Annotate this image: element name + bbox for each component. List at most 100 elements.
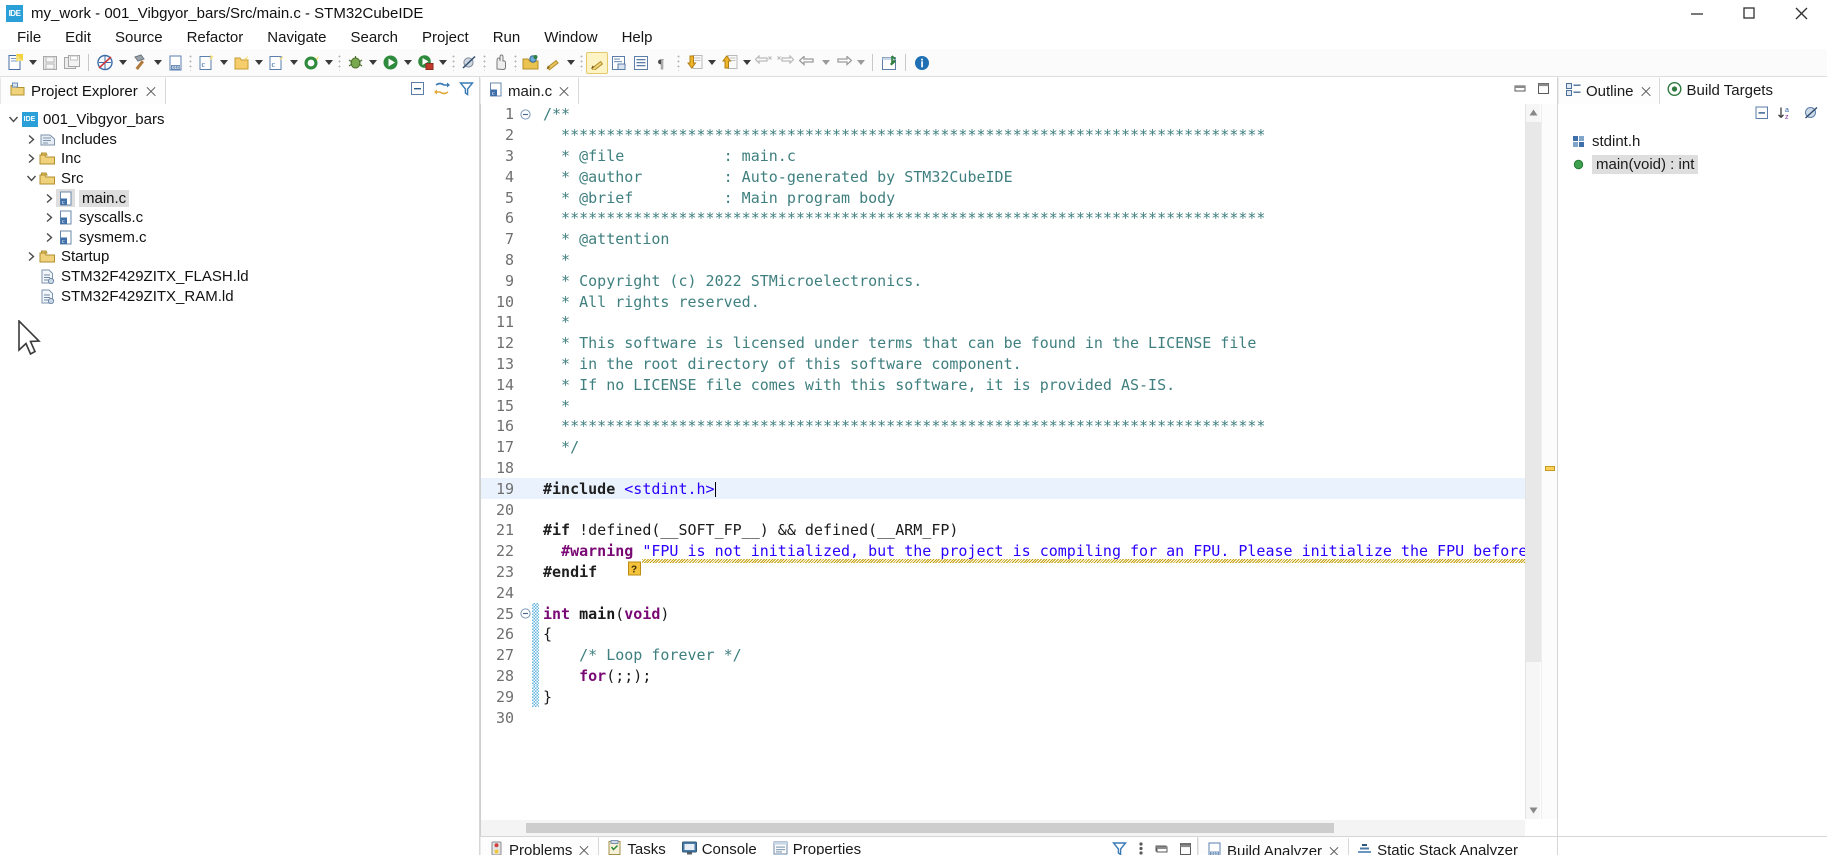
debug-dropdown-icon[interactable]: [366, 52, 379, 74]
code-line[interactable]: 15 *: [481, 395, 1557, 416]
code-line[interactable]: 23 #endif: [481, 562, 1557, 583]
new-element-icon[interactable]: [300, 52, 322, 74]
code-line[interactable]: 9 * Copyright (c) 2022 STMicroelectronic…: [481, 270, 1557, 291]
code-line[interactable]: 26 {: [481, 623, 1557, 645]
info-icon[interactable]: [911, 52, 933, 74]
tab-outline[interactable]: Outline: [1558, 77, 1660, 104]
warning-marker-icon[interactable]: ?: [483, 543, 641, 576]
chevron-down-icon[interactable]: [6, 110, 20, 129]
code-line[interactable]: 25 int main(void): [481, 603, 1557, 624]
run-icon[interactable]: [379, 52, 401, 74]
menu-edit[interactable]: Edit: [53, 27, 103, 48]
view-menu-filter-icon[interactable]: [459, 81, 474, 100]
run-external-tools-icon[interactable]: [414, 52, 436, 74]
code-line-current[interactable]: 19 #include <stdint.h>: [481, 478, 1557, 500]
new-cpp-project-icon[interactable]: [230, 52, 252, 74]
maximize-icon[interactable]: [1537, 82, 1550, 99]
new-element-dropdown-icon[interactable]: [322, 52, 335, 74]
chevron-right-icon[interactable]: [24, 149, 38, 168]
close-button[interactable]: [1775, 0, 1827, 26]
hide-fields-icon[interactable]: [1804, 106, 1819, 124]
fold-collapse-icon[interactable]: [519, 608, 532, 619]
menu-project[interactable]: Project: [410, 27, 481, 48]
code-line[interactable]: 14 * If no LICENSE file comes with this …: [481, 374, 1557, 395]
code-line[interactable]: 21 #if !defined(__SOFT_FP__) && defined(…: [481, 520, 1557, 541]
back-history-icon[interactable]: [797, 52, 819, 74]
tree-item-src[interactable]: Src: [0, 169, 480, 189]
menu-navigate[interactable]: Navigate: [255, 27, 338, 48]
tree-item-ram-ld[interactable]: STM32F429ZITX_RAM.ld: [0, 286, 480, 306]
sash-explorer-editor[interactable]: [479, 77, 480, 855]
overview-ruler[interactable]: [1541, 104, 1557, 819]
run-dropdown-icon[interactable]: [401, 52, 414, 74]
tree-item-sysmem-c[interactable]: c sysmem.c: [0, 228, 480, 248]
stop-hand-icon[interactable]: [489, 52, 511, 74]
code-line[interactable]: 30: [481, 707, 1557, 728]
code-line[interactable]: 5 * @brief : Main program body: [481, 187, 1557, 208]
code-line[interactable]: 17 */: [481, 437, 1557, 458]
new-c-project-dropdown-icon[interactable]: [217, 52, 230, 74]
minimize-icon[interactable]: [1156, 843, 1169, 855]
new-cpp-project-dropdown-icon[interactable]: [252, 52, 265, 74]
tab-console[interactable]: Console: [674, 836, 765, 855]
code-line[interactable]: 8 *: [481, 250, 1557, 271]
filter-icon[interactable]: [1112, 841, 1127, 855]
toggle-block-selection-icon[interactable]: [608, 52, 630, 74]
close-icon[interactable]: [1327, 845, 1340, 855]
code-line[interactable]: 12 * This software is licensed under ter…: [481, 333, 1557, 354]
scrollbar-thumb[interactable]: [526, 823, 1334, 833]
tab-build-targets[interactable]: Build Targets: [1660, 77, 1780, 104]
chevron-down-icon[interactable]: [24, 169, 38, 188]
outline-item-stdint[interactable]: stdint.h: [1558, 130, 1827, 153]
pin-editor-icon[interactable]: [878, 52, 900, 74]
code-line-warning[interactable]: ? 22 #warning "FPU is not initialized, b…: [481, 541, 1557, 576]
scroll-up-icon[interactable]: [1526, 104, 1541, 121]
fold-collapse-icon[interactable]: [519, 109, 532, 120]
next-annotation-dropdown-icon[interactable]: [705, 52, 718, 74]
tree-item-startup[interactable]: Startup: [0, 247, 480, 267]
warning-ruler-mark[interactable]: [1545, 466, 1555, 471]
tree-item-flash-ld[interactable]: STM32F429ZITX_FLASH.ld: [0, 267, 480, 287]
scroll-down-icon[interactable]: [1526, 802, 1541, 819]
save-all-icon[interactable]: [61, 52, 83, 74]
tree-item-syscalls-c[interactable]: c syscalls.c: [0, 208, 480, 228]
maximize-button[interactable]: [1723, 0, 1775, 26]
maximize-icon[interactable]: [1179, 843, 1192, 855]
code-line[interactable]: 6 **************************************…: [481, 208, 1557, 229]
open-type-icon[interactable]: [520, 52, 542, 74]
menu-window[interactable]: Window: [532, 27, 609, 48]
tab-main-c[interactable]: c main.c: [480, 77, 580, 104]
code-line[interactable]: 20: [481, 499, 1557, 520]
collapse-all-icon[interactable]: [410, 81, 425, 100]
close-icon[interactable]: [577, 844, 590, 855]
source-editor[interactable]: 1 /** 2 ********************************…: [480, 104, 1558, 837]
chevron-right-icon[interactable]: [24, 130, 38, 149]
menu-file[interactable]: File: [5, 27, 53, 48]
code-line[interactable]: 2 **************************************…: [481, 125, 1557, 146]
pencil-search-icon[interactable]: [542, 52, 564, 74]
tree-item-inc[interactable]: Inc: [0, 149, 480, 169]
next-annotation-icon[interactable]: [683, 52, 705, 74]
code-line[interactable]: 18: [481, 458, 1557, 479]
code-line[interactable]: 3 * @file : main.c: [481, 146, 1557, 167]
minimize-icon[interactable]: [1514, 82, 1527, 99]
menu-refactor[interactable]: Refactor: [175, 27, 256, 48]
new-file-dropdown-icon[interactable]: [26, 52, 39, 74]
new-c-project-icon[interactable]: c: [195, 52, 217, 74]
show-whitespace-icon[interactable]: [630, 52, 652, 74]
code-line[interactable]: 16 *************************************…: [481, 416, 1557, 437]
tab-problems[interactable]: Problems: [480, 836, 600, 855]
collapse-all-icon[interactable]: [1755, 106, 1769, 124]
forward-history-dropdown-icon[interactable]: [854, 52, 867, 74]
chevron-right-icon[interactable]: [24, 247, 38, 266]
hammer-build-dropdown-icon[interactable]: [151, 52, 164, 74]
sort-alphabetically-icon[interactable]: az: [1778, 106, 1795, 124]
tab-project-explorer[interactable]: Project Explorer: [0, 77, 166, 104]
editor-horizontal-scrollbar[interactable]: [481, 820, 1525, 836]
menu-source[interactable]: Source: [103, 27, 175, 48]
tab-tasks[interactable]: Tasks: [599, 836, 673, 855]
outline-item-main[interactable]: main(void) : int: [1558, 153, 1827, 176]
close-icon[interactable]: [1639, 85, 1652, 98]
pencil-search-dropdown-icon[interactable]: [564, 52, 577, 74]
chevron-right-icon[interactable]: [42, 208, 56, 227]
